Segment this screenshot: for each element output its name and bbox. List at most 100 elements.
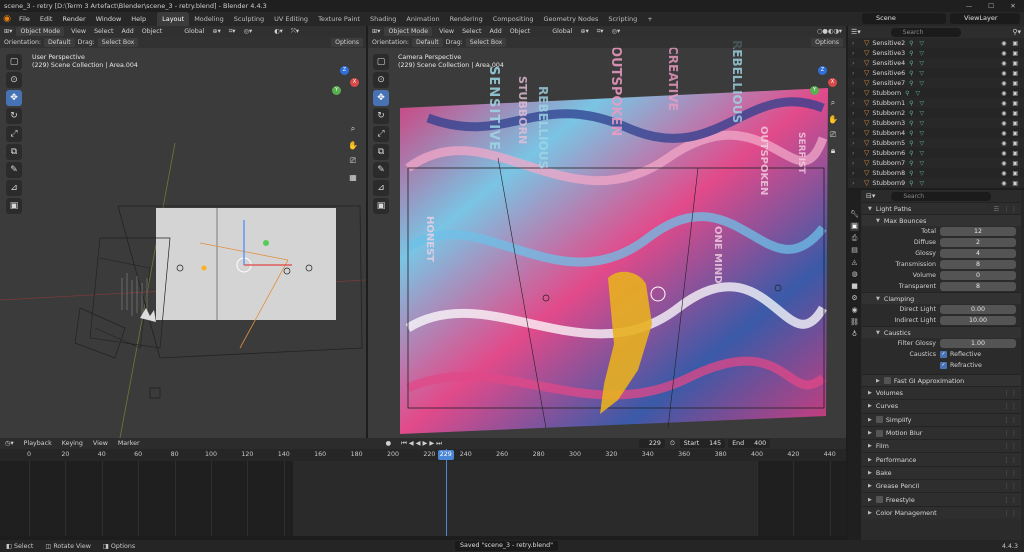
visibility-eye-icon[interactable]: ◉ ▣ <box>1001 50 1020 57</box>
shading-modes-icon[interactable]: ○●◐◑▾ <box>813 28 846 35</box>
visibility-eye-icon[interactable]: ◉ ▣ <box>1001 70 1020 77</box>
close-button[interactable]: ✕ <box>1002 0 1024 12</box>
outliner-item[interactable]: › ▽ Sensitive6 ⚲ ▽ ◉ ▣ <box>848 68 1024 78</box>
panel-simplify[interactable]: ▶ Simplify ⋮⋮ <box>862 412 1024 426</box>
preview-range-icon[interactable]: ⏲ <box>665 440 680 448</box>
visibility-eye-icon[interactable]: ◉ ▣ <box>1001 140 1020 147</box>
outliner-editor-icon[interactable]: ☰▾ <box>851 28 861 36</box>
transform-orientation-dropdown[interactable]: Global <box>180 28 208 35</box>
outliner-search-input[interactable]: Search <box>890 27 961 37</box>
menu-window[interactable]: Window <box>91 12 127 26</box>
menu-select[interactable]: Select <box>90 28 117 35</box>
tab-shading[interactable]: Shading <box>365 12 401 26</box>
outliner-item[interactable]: › ▽ Stubborn5 ⚲ ▽ ◉ ▣ <box>848 138 1024 148</box>
gizmo-toggle-icon[interactable]: ⤧▾ <box>287 28 303 36</box>
expand-arrow-icon[interactable]: › <box>852 160 854 167</box>
transform-orientation-dropdown[interactable]: Global <box>548 28 576 35</box>
visibility-icon[interactable]: ◐▾ <box>270 28 287 35</box>
editor-type-icon[interactable]: ⊞▾ <box>368 28 384 35</box>
grid-view-icon[interactable]: ▦ <box>346 170 360 184</box>
expand-arrow-icon[interactable]: › <box>852 50 854 57</box>
panel-film[interactable]: ▶ Film ⋮⋮ <box>862 439 1024 453</box>
outliner-item[interactable]: › ▽ Stubborn7 ⚲ ▽ ◉ ▣ <box>848 158 1024 168</box>
tool-tab-icon[interactable]: 🔧︎ <box>850 210 859 219</box>
clamp-field[interactable]: 0.00 <box>940 305 1016 314</box>
blender-logo-icon[interactable]: ◉ <box>0 12 14 26</box>
refractive-checkbox[interactable]: ✓ <box>940 362 947 369</box>
mode-dropdown[interactable]: Object Mode <box>384 27 433 36</box>
zoom-icon[interactable]: ⌕ <box>346 122 360 136</box>
panel-fast-gi[interactable]: ▶ Fast GI Approximation <box>862 374 1024 386</box>
camera-view-icon[interactable]: ⎚ <box>826 128 840 142</box>
data-tab-icon[interactable]: ♁ <box>850 330 859 339</box>
menu-view[interactable]: View <box>67 28 90 35</box>
modifier-tab-icon[interactable]: ⚙ <box>850 294 859 303</box>
menu-object[interactable]: Object <box>138 28 167 35</box>
drag-dropdown[interactable]: Select Box <box>465 38 507 47</box>
menu-render[interactable]: Render <box>57 12 90 26</box>
reflective-checkbox[interactable]: ✓ <box>940 351 947 358</box>
scale-tool[interactable]: ⤢ <box>6 126 22 142</box>
visibility-eye-icon[interactable]: ◉ ▣ <box>1001 60 1020 67</box>
scale-tool[interactable]: ⤢ <box>373 126 389 142</box>
measure-tool[interactable]: ⊿ <box>373 180 389 196</box>
measure-tool[interactable]: ⊿ <box>6 180 22 196</box>
pivot-icon[interactable]: ⊕▾ <box>576 28 592 35</box>
view-layer-selector[interactable]: ViewLayer <box>950 13 1020 24</box>
playback-menu[interactable]: Playback <box>19 440 57 447</box>
outliner-item[interactable]: › ▽ Sensitive2 ⚲ ▽ ◉ ▣ <box>848 38 1024 48</box>
panel-curves[interactable]: ▶ Curves ⋮⋮ <box>862 399 1024 413</box>
gizmo-y-axis[interactable]: Y <box>332 86 341 95</box>
menu-file[interactable]: File <box>14 12 35 26</box>
proportional-edit-icon[interactable]: ◎▾ <box>239 28 256 35</box>
snap-icon[interactable]: ⌗▾ <box>593 28 608 36</box>
timeline-editor-icon[interactable]: ◷▾ <box>0 440 19 447</box>
tab-uv-editing[interactable]: UV Editing <box>269 12 313 26</box>
panel-enable-checkbox[interactable] <box>875 496 883 504</box>
panel-enable-checkbox[interactable] <box>875 429 883 437</box>
end-frame-field[interactable]: End 400 <box>728 439 771 448</box>
scene-selector[interactable]: Scene <box>862 13 946 24</box>
visibility-eye-icon[interactable]: ◉ ▣ <box>1001 180 1020 187</box>
outliner-item[interactable]: › ▽ Stubborn2 ⚲ ▽ ◉ ▣ <box>848 108 1024 118</box>
rotate-tool[interactable]: ↻ <box>6 108 22 124</box>
bounce-field[interactable]: 8 <box>940 260 1016 269</box>
timeline-view-menu[interactable]: View <box>88 440 113 447</box>
viewport-right[interactable]: SENSITIVE STUBBORN REBELLIOUS OUTSPOKEN … <box>368 26 846 438</box>
panel-motion-blur[interactable]: ▶ Motion Blur ⋮⋮ <box>862 425 1024 440</box>
options-button[interactable]: Options <box>811 38 843 47</box>
tab-compositing[interactable]: Compositing <box>488 12 539 26</box>
panel-caustics[interactable]: ▼ Caustics <box>862 326 1024 338</box>
visibility-eye-icon[interactable]: ◉ ▣ <box>1001 40 1020 47</box>
expand-arrow-icon[interactable]: › <box>852 40 854 47</box>
move-tool[interactable]: ✥ <box>6 90 22 106</box>
rotate-tool[interactable]: ↻ <box>373 108 389 124</box>
add-cube-tool[interactable]: ▣ <box>373 198 389 214</box>
properties-search-input[interactable]: Search <box>891 191 992 201</box>
bounce-field[interactable]: 12 <box>940 227 1016 236</box>
expand-arrow-icon[interactable]: › <box>852 100 854 107</box>
outliner-item[interactable]: › ▽ Stubborn1 ⚲ ▽ ◉ ▣ <box>848 98 1024 108</box>
tab-rendering[interactable]: Rendering <box>445 12 488 26</box>
current-frame-field[interactable]: 229 <box>638 439 665 448</box>
panel-freestyle[interactable]: ▶ Freestyle ⋮⋮ <box>862 492 1024 506</box>
menu-help[interactable]: Help <box>126 12 151 26</box>
cursor-tool[interactable]: ⊙ <box>6 72 22 88</box>
panel-clamping[interactable]: ▼ Clamping <box>862 292 1024 304</box>
panel-light-paths[interactable]: ▼ Light Paths ☰ ⋮⋮ <box>862 202 1024 214</box>
pivot-icon[interactable]: ⊕▾ <box>208 28 224 35</box>
panel-volumes[interactable]: ▶ Volumes ⋮⋮ <box>862 386 1024 400</box>
expand-arrow-icon[interactable]: › <box>852 80 854 87</box>
menu-add[interactable]: Add <box>486 28 506 35</box>
object-tab-icon[interactable]: ■ <box>850 282 859 291</box>
visibility-eye-icon[interactable]: ◉ ▣ <box>1001 100 1020 107</box>
playhead-frame-badge[interactable]: 229 <box>437 450 454 460</box>
outliner-item[interactable]: › ▽ Stubborn6 ⚲ ▽ ◉ ▣ <box>848 148 1024 158</box>
menu-select[interactable]: Select <box>458 28 485 35</box>
navigation-gizmo-left[interactable]: Z X Y <box>330 66 360 96</box>
bounce-field[interactable]: 8 <box>940 282 1016 291</box>
transform-tool[interactable]: ⧉ <box>373 144 389 160</box>
world-tab-icon[interactable]: ◍ <box>850 270 859 279</box>
editor-type-icon[interactable]: ⊞▾ <box>0 28 16 35</box>
outliner-item[interactable]: › ▽ Stubborn9 ⚲ ▽ ◉ ▣ <box>848 178 1024 188</box>
